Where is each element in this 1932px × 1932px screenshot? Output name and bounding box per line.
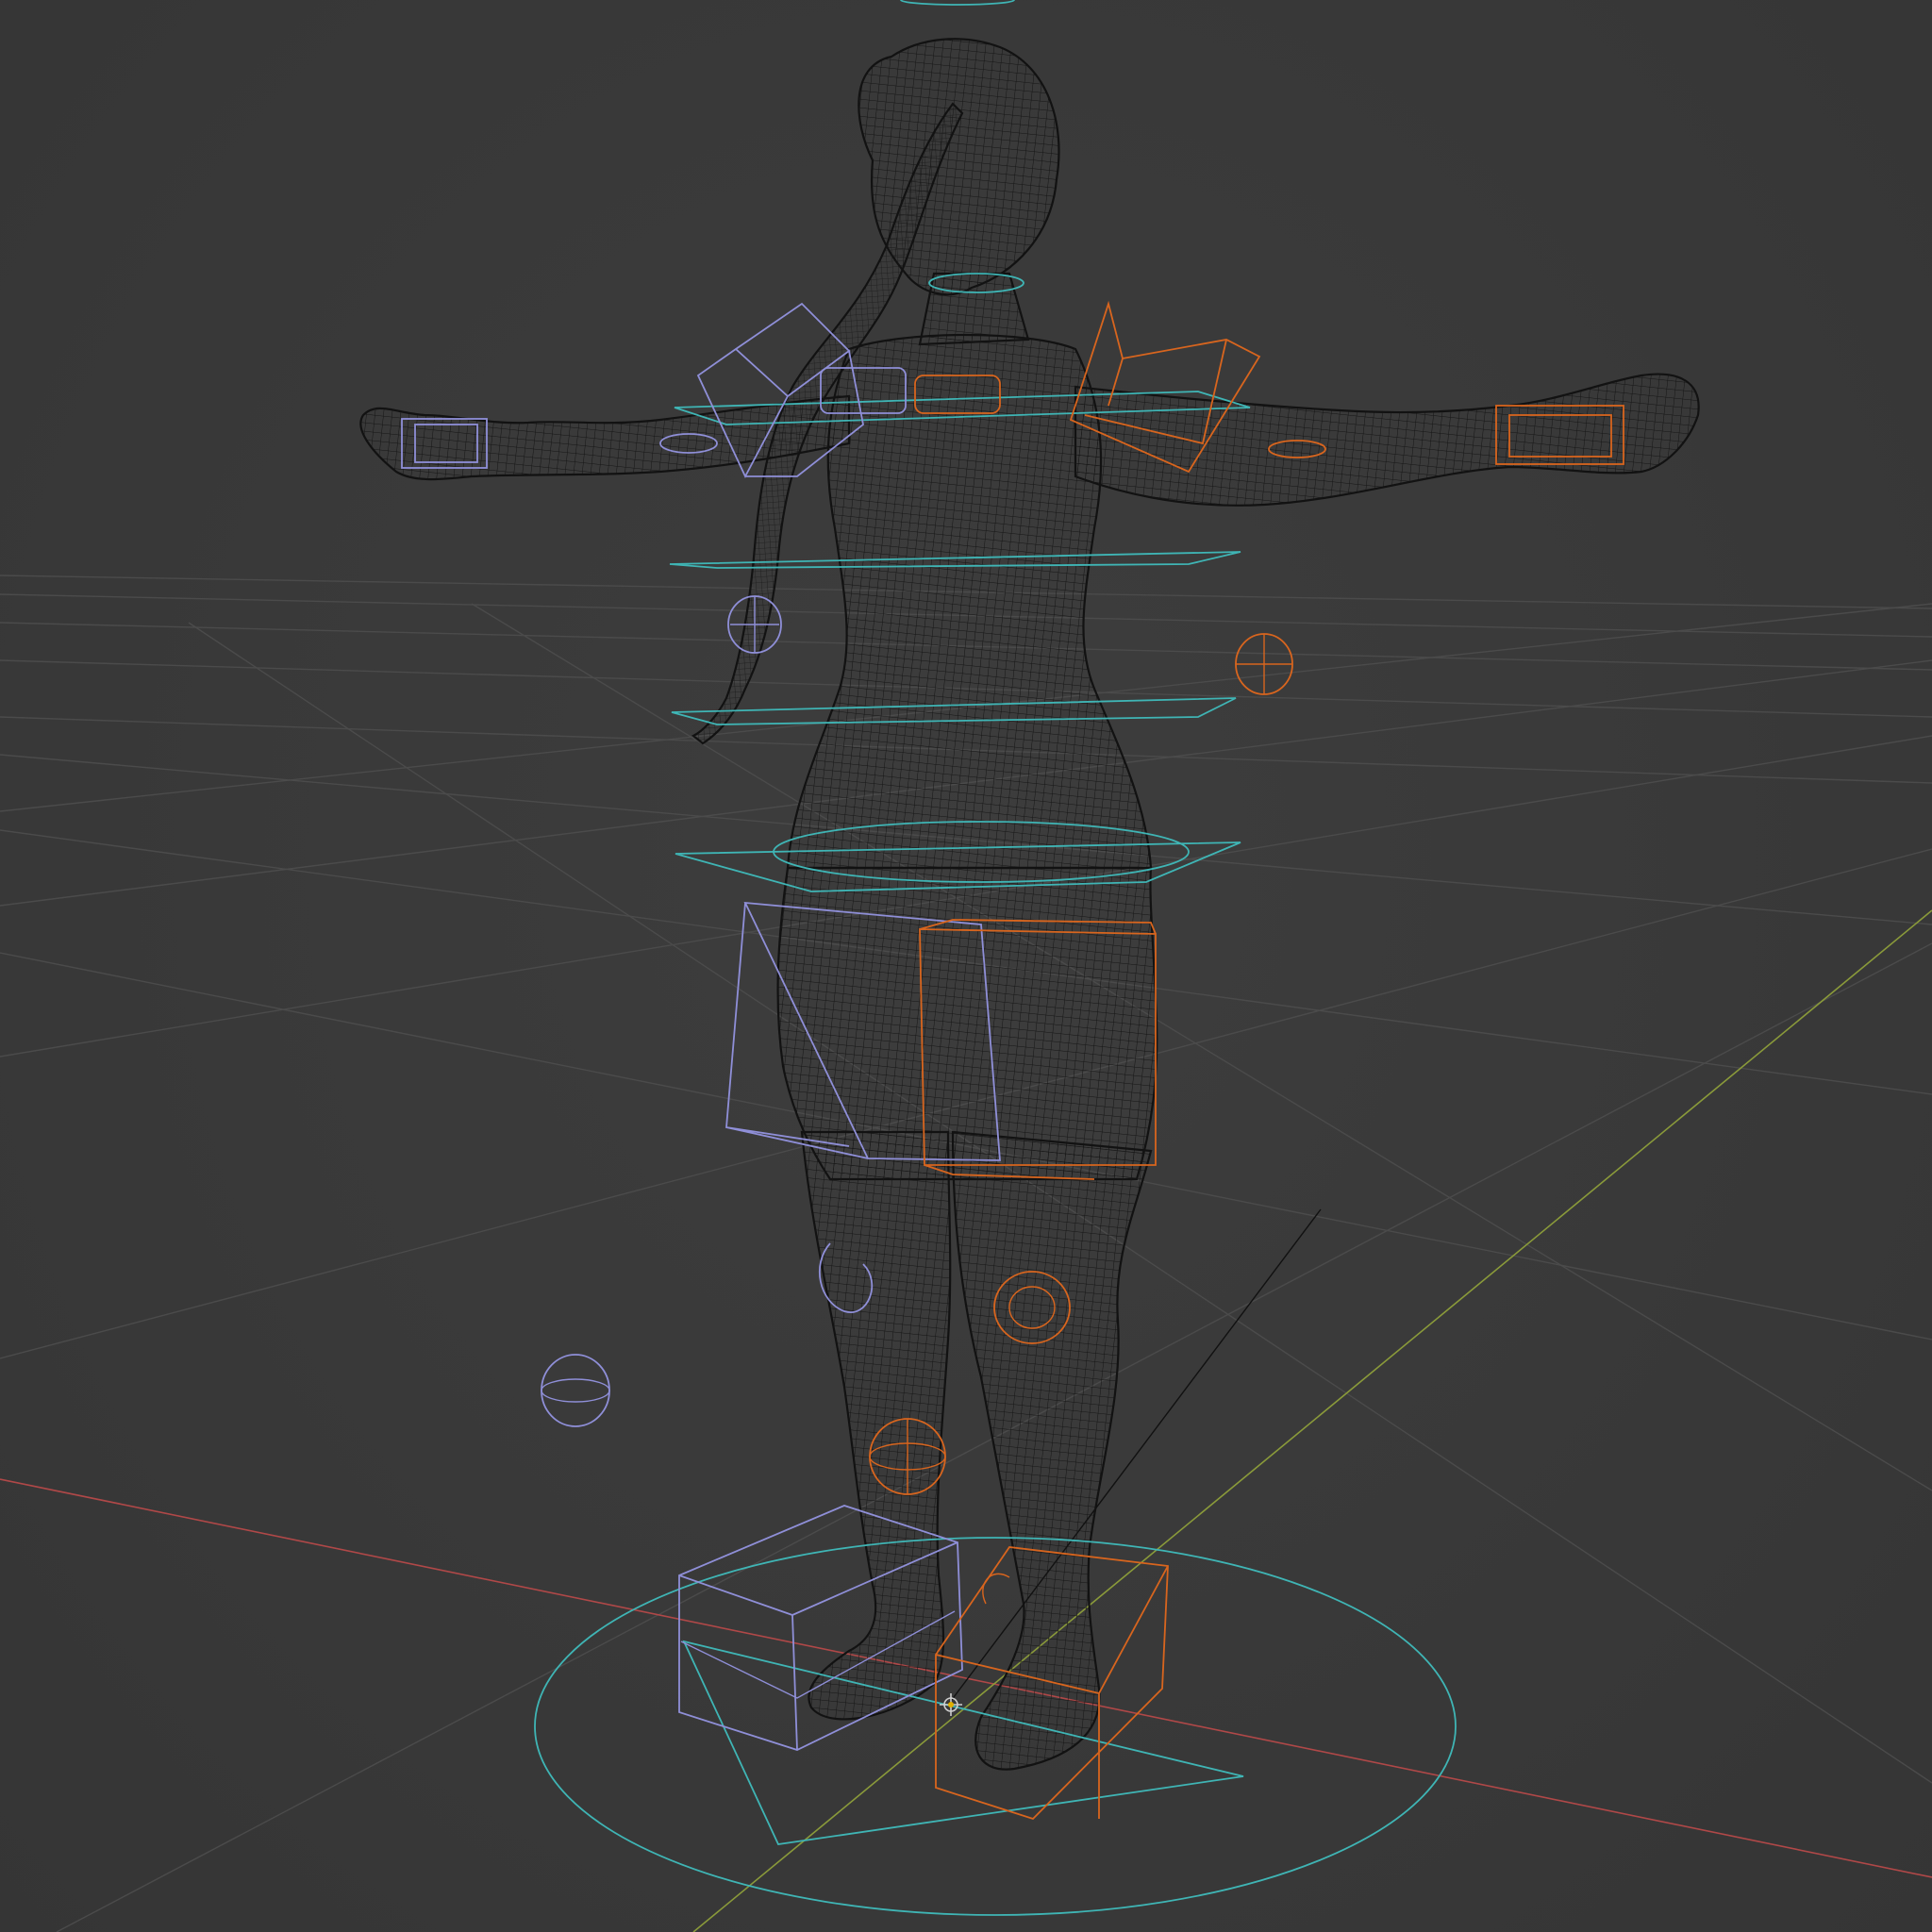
root-control-triangle[interactable] bbox=[682, 1640, 1244, 1845]
viewport-scene bbox=[0, 0, 1932, 1932]
left-knee-pole[interactable] bbox=[541, 1354, 610, 1427]
3d-viewport[interactable] bbox=[0, 0, 1932, 1932]
character-mesh[interactable] bbox=[359, 38, 1700, 1771]
head-control-ring[interactable] bbox=[900, 0, 1015, 6]
